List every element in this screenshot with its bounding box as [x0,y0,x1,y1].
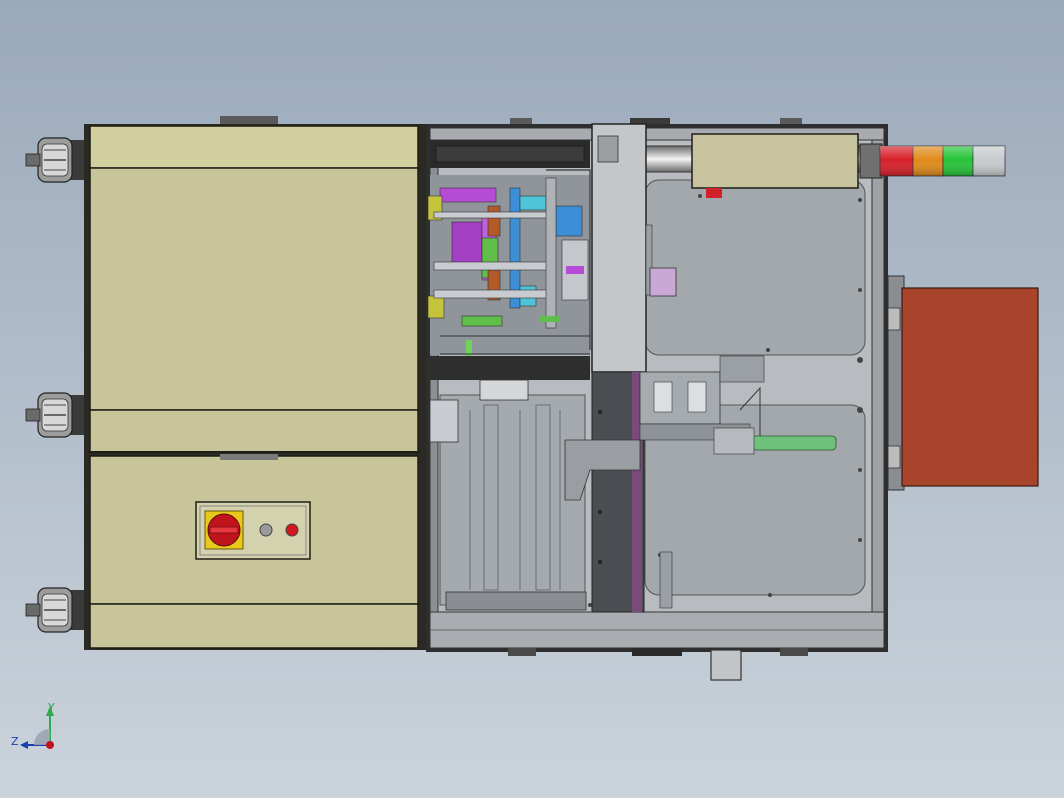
z-axis-label: Z [11,735,19,748]
indicator-lamp-red [285,523,299,537]
side-plate [887,275,1039,491]
inner-floor-top [644,179,866,356]
caster-middle [25,392,84,438]
pick-mechanism [427,175,590,376]
caster-bottom [25,587,84,633]
caster-top [25,137,84,183]
cabinet-mid-strip [89,409,419,453]
pneumatic-cylinder [751,435,837,451]
carriage-gripper [649,267,677,297]
frame-right-post [871,139,885,613]
control-panel [195,501,311,560]
indicator-lamp-grey [259,523,273,537]
cylinder-housing [691,133,859,189]
axis-triad: Y Z [11,701,55,749]
tower-light [859,143,1006,179]
cabinet-upper-panel [89,167,419,411]
cabinet-handle-mid [220,454,278,460]
y-axis-label: Y [47,701,55,714]
axis-origin [46,741,54,749]
electrical-cabinet [84,116,426,650]
cabinet-top-strip [89,125,419,169]
inner-floor-left [439,394,586,606]
caster-wheels [25,137,84,633]
main-switch[interactable] [204,510,244,550]
bottom-connector-box [710,649,742,681]
cabinet-bottom-strip [89,603,419,649]
cad-viewport[interactable]: Y Z [0,0,1064,798]
cabinet-handle-top [220,116,278,124]
